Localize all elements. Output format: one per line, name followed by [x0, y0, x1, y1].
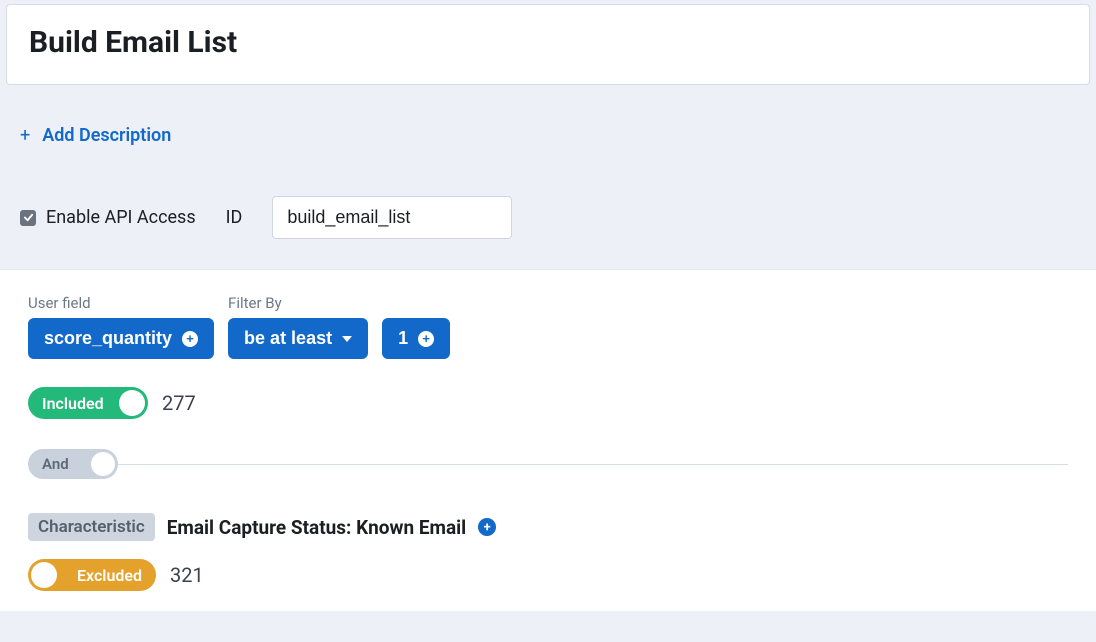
filter-value: 1	[398, 328, 408, 349]
toggle-knob-icon	[31, 562, 57, 588]
filter-operator-value: be at least	[244, 328, 332, 349]
rules-card: User field score_quantity + Filter By be…	[0, 269, 1096, 611]
excluded-count: 321	[170, 563, 204, 587]
add-description-button[interactable]: + Add Description	[20, 125, 171, 146]
user-field-value: score_quantity	[44, 328, 172, 349]
characteristic-add-button[interactable]: +	[478, 518, 496, 536]
divider-line	[118, 464, 1068, 465]
plus-icon: +	[20, 125, 30, 146]
logic-and-label: And	[42, 455, 69, 473]
excluded-label: Excluded	[77, 566, 142, 585]
characteristic-tag: Characteristic	[28, 513, 155, 541]
title-card: Build Email List	[6, 4, 1090, 85]
filter-by-label: Filter By	[228, 294, 368, 312]
checkbox-checked-icon	[20, 210, 36, 226]
user-field-label: User field	[28, 294, 214, 312]
id-label: ID	[226, 207, 243, 228]
included-count: 277	[162, 391, 196, 415]
logic-and-toggle[interactable]: And	[28, 449, 118, 479]
included-label: Included	[42, 394, 104, 413]
plus-icon: +	[484, 520, 491, 535]
page-title: Build Email List	[29, 25, 1067, 60]
filter-operator-select[interactable]: be at least	[228, 318, 368, 359]
enable-api-checkbox[interactable]: Enable API Access	[20, 207, 196, 228]
meta-section: + Add Description Enable API Access ID	[0, 85, 1096, 269]
enable-api-label: Enable API Access	[46, 207, 196, 228]
characteristic-text: Email Capture Status: Known Email	[167, 516, 467, 539]
plus-circle-icon: +	[182, 331, 198, 347]
included-toggle[interactable]: Included	[28, 387, 148, 419]
toggle-knob-icon	[119, 390, 145, 416]
filter-value-button[interactable]: 1 +	[382, 318, 450, 359]
excluded-toggle[interactable]: Excluded	[28, 559, 156, 591]
user-field-select[interactable]: score_quantity +	[28, 318, 214, 359]
toggle-knob-icon	[91, 452, 115, 476]
id-input[interactable]	[272, 196, 512, 239]
chevron-down-icon	[342, 336, 352, 342]
add-description-label: Add Description	[42, 125, 171, 146]
plus-circle-icon: +	[418, 331, 434, 347]
